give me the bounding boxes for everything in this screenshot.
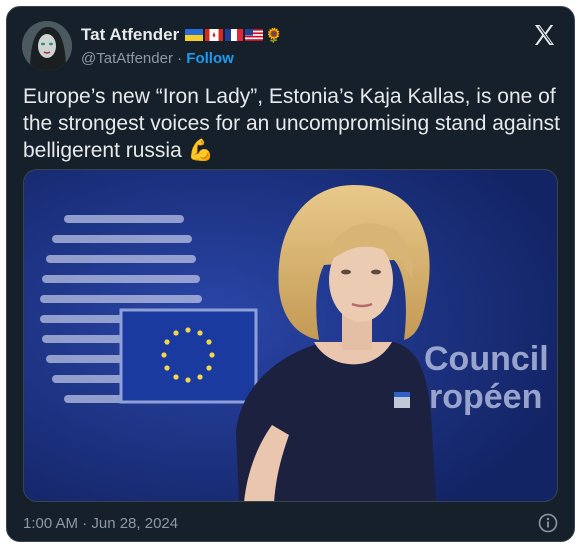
tweet-text: Europe’s new “Iron Lady”, Estonia’s Kaja…	[23, 85, 560, 162]
tweet-media-photo[interactable]: Council ropéen	[23, 169, 558, 502]
flag-ukraine-icon	[185, 29, 204, 41]
sign-text-council: Council	[424, 340, 549, 378]
author-name-row: Tat Atfender 🌻	[81, 25, 283, 45]
avatar[interactable]	[22, 21, 72, 71]
author-handle-row: @TatAtfender · Follow	[81, 50, 234, 67]
tweet-timestamp[interactable]: 1:00 AM · Jun 28, 2024	[23, 515, 178, 532]
media-image: Council ropéen	[24, 170, 557, 501]
separator-dot: ·	[177, 50, 183, 67]
avatar-image	[22, 21, 72, 71]
flag-emojis: 🌻	[185, 27, 283, 43]
info-icon[interactable]	[538, 513, 558, 533]
sunflower-icon: 🌻	[265, 27, 283, 43]
flag-france-icon	[225, 29, 244, 41]
flag-usa-icon	[245, 29, 264, 41]
author-handle[interactable]: @TatAtfender	[81, 50, 173, 67]
follow-button[interactable]: Follow	[186, 50, 234, 67]
x-logo-icon[interactable]	[532, 23, 556, 47]
author-name[interactable]: Tat Atfender	[81, 25, 179, 45]
flag-canada-icon	[205, 29, 224, 41]
sign-text-europeen: ropéen	[429, 378, 542, 416]
tweet-card: Tat Atfender 🌻 @TatAtfender · Follow Eur…	[6, 6, 575, 542]
